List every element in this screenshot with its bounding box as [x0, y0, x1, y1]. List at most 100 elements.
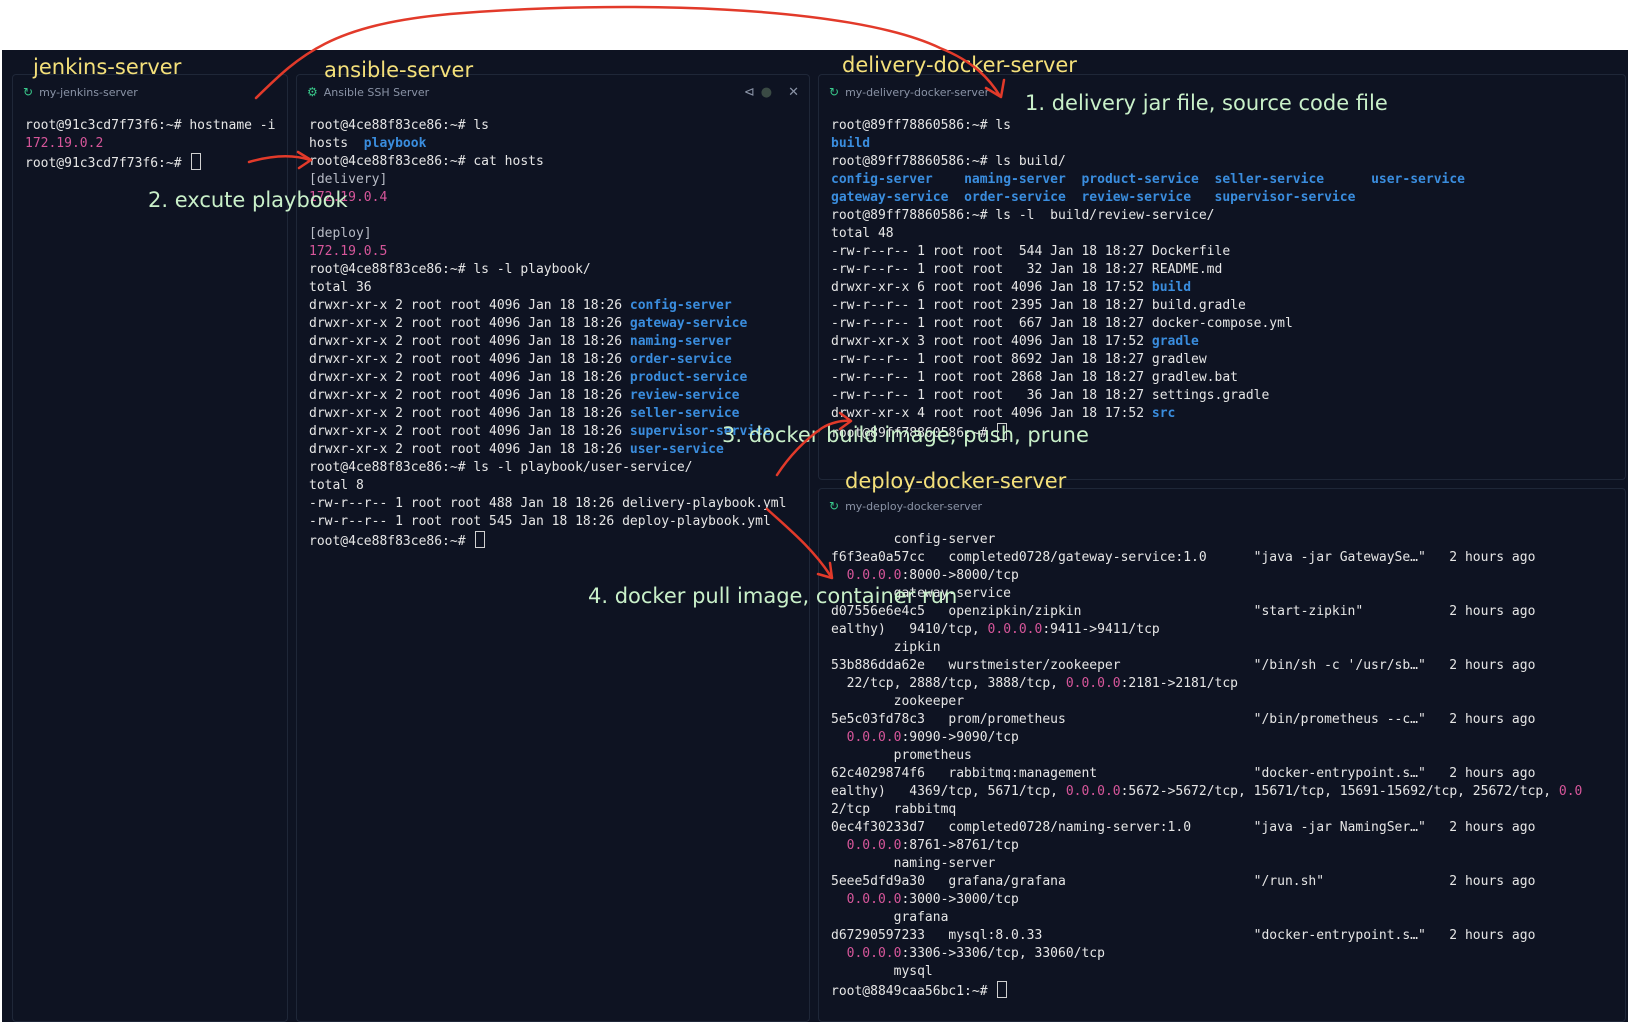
terminal-text: config-server: [831, 532, 996, 547]
delivery-tab-label: my-delivery-docker-server: [845, 85, 990, 99]
terminal-text: :5672->5672/tcp, 15671/tcp, 15691-15692/…: [1120, 784, 1559, 799]
terminal-text: root@4ce88f83ce86:~# ls: [309, 118, 490, 133]
terminal-text: 0.0.0.0: [1065, 784, 1121, 799]
terminal-line: -rw-r--r-- 1 root root 544 Jan 18 18:27 …: [831, 243, 1625, 261]
terminal-text: drwxr-xr-x 2 root root 4096 Jan 18 18:26: [309, 424, 630, 439]
ansible-terminal-output[interactable]: root@4ce88f83ce86:~# ls hosts playbook roo…: [309, 117, 809, 1021]
terminal-line: root@89ff78860586:~# ls build/: [831, 153, 1625, 171]
delivery-terminal-pane[interactable]: ↻ my-delivery-docker-server root@89ff788…: [818, 74, 1626, 480]
ansible-terminal-pane[interactable]: ⚙ Ansible SSH Server ⊲ ● ✕ root@4ce88f83…: [296, 74, 810, 1022]
terminal-line: 0.0.0.0:9090->9090/tcp: [831, 729, 1625, 747]
deploy-tab-header[interactable]: ↻ my-deploy-docker-server: [829, 497, 1615, 515]
terminal-line: -rw-r--r-- 1 root root 545 Jan 18 18:26 …: [309, 513, 809, 531]
terminal-cursor: [191, 153, 202, 170]
terminal-line: -rw-r--r-- 1 root root 488 Jan 18 18:26 …: [309, 495, 809, 513]
jenkins-terminal-output[interactable]: root@91c3cd7f73f6:~# hostname -i 172.19.0…: [25, 117, 287, 1021]
terminal-line: naming-server: [831, 855, 1625, 873]
step-2-note: 2. excute playbook: [148, 188, 348, 212]
terminal-text: :2181->2181/tcp: [1120, 676, 1239, 691]
terminal-text: -rw-r--r-- 1 root root 544 Jan 18 18:27 …: [831, 244, 1231, 259]
terminal-line: total 8: [309, 477, 809, 495]
close-icon[interactable]: ✕: [788, 85, 799, 100]
gear-icon: ↻: [23, 85, 34, 99]
terminal-text: seller-service: [629, 406, 740, 421]
terminal-line: d67290597233 mysql:8.0.33 "docker-entryp…: [831, 927, 1625, 945]
terminal-line: 0.0.0.0:8000->8000/tcp: [831, 567, 1625, 585]
terminal-text: root@89ff78860586:~# ls: [831, 118, 1012, 133]
terminal-text: :9411->9411/tcp: [1042, 622, 1160, 637]
terminal-line: -rw-r--r-- 1 root root 32 Jan 18 18:27 R…: [831, 261, 1625, 279]
terminal-text: :3000->3000/tcp: [901, 892, 1019, 907]
terminal-text: review-service: [629, 388, 740, 403]
terminal-line: build: [831, 135, 1625, 153]
terminal-text: :8761->8761/tcp: [901, 838, 1019, 853]
terminal-text: gateway-service: [831, 190, 949, 205]
terminal-text: drwxr-xr-x 2 root root 4096 Jan 18 18:26: [309, 442, 630, 457]
terminal-line: drwxr-xr-x 2 root root 4096 Jan 18 18:26…: [309, 405, 809, 423]
terminal-text: user-service: [629, 442, 724, 457]
step-4-note: 4. docker pull image, container run: [588, 584, 958, 608]
jenkins-terminal-pane[interactable]: ↻ my-jenkins-server root@91c3cd7f73f6:~#…: [12, 74, 288, 1022]
terminal-line: 5eee5dfd9a30 grafana/grafana "/run.sh" 2…: [831, 873, 1625, 891]
terminal-line: -rw-r--r-- 1 root root 2868 Jan 18 18:27…: [831, 369, 1625, 387]
terminal-text: review-service: [1081, 190, 1192, 205]
terminal-cursor: [997, 981, 1008, 998]
ansible-server-title: ansible-server: [324, 58, 474, 82]
terminal-line: drwxr-xr-x 6 root root 4096 Jan 18 17:52…: [831, 279, 1625, 297]
terminal-line: -rw-r--r-- 1 root root 2395 Jan 18 18:27…: [831, 297, 1625, 315]
terminal-line: f6f3ea0a57cc completed0728/gateway-servi…: [831, 549, 1625, 567]
jenkins-tab-header[interactable]: ↻ my-jenkins-server: [23, 83, 277, 101]
terminal-text: 0.0.0.0: [987, 622, 1043, 637]
terminal-line: 5e5c03fd78c3 prom/prometheus "/bin/prome…: [831, 711, 1625, 729]
terminal-line: hosts playbook: [309, 135, 809, 153]
deploy-server-title: deploy-docker-server: [845, 469, 1067, 493]
terminal-text: naming-server: [629, 334, 732, 349]
terminal-text: -rw-r--r-- 1 root root 2868 Jan 18 18:27…: [831, 370, 1238, 385]
terminal-text: root@4ce88f83ce86:~# ls -l playbook/: [309, 262, 591, 277]
terminal-text: hosts: [309, 136, 364, 151]
terminal-text: total 8: [309, 478, 364, 493]
terminal-line: root@4ce88f83ce86:~# cat hosts: [309, 153, 809, 171]
terminal-line: root@4ce88f83ce86:~# ls: [309, 117, 809, 135]
terminal-text: -rw-r--r-- 1 root root 8692 Jan 18 18:27…: [831, 352, 1207, 367]
gear-icon: ↻: [829, 499, 840, 513]
terminal-text: -rw-r--r-- 1 root root 36 Jan 18 18:27 s…: [831, 388, 1270, 403]
terminal-text: -rw-r--r-- 1 root root 2395 Jan 18 18:27…: [831, 298, 1246, 313]
terminal-text: -rw-r--r-- 1 root root 545 Jan 18 18:26 …: [309, 514, 771, 529]
ansible-tab-header[interactable]: ⚙ Ansible SSH Server ⊲ ● ✕: [307, 83, 799, 101]
terminal-line: -rw-r--r-- 1 root root 36 Jan 18 18:27 s…: [831, 387, 1625, 405]
split-icon[interactable]: ⊲: [744, 85, 755, 100]
terminal-text: 0.0: [1558, 784, 1583, 799]
terminal-line: drwxr-xr-x 3 root root 4096 Jan 18 17:52…: [831, 333, 1625, 351]
terminal-text: ealthy) 4369/tcp, 5671/tcp,: [831, 784, 1066, 799]
jenkins-server-title: jenkins-server: [33, 55, 182, 79]
terminal-text: d67290597233 mysql:8.0.33 "docker-entryp…: [831, 928, 1536, 943]
terminal-text: 0.0.0.0: [846, 838, 902, 853]
terminal-text: drwxr-xr-x 2 root root 4096 Jan 18 18:26: [309, 370, 630, 385]
deploy-terminal-pane[interactable]: ↻ my-deploy-docker-server config-server f…: [818, 488, 1626, 1022]
ansible-tab-label: Ansible SSH Server: [323, 85, 430, 99]
terminal-line: gateway-service order-service review-ser…: [831, 189, 1625, 207]
terminal-text: drwxr-xr-x 6 root root 4096 Jan 18 17:52: [831, 280, 1152, 295]
terminal-line: root@4ce88f83ce86:~#: [309, 531, 809, 549]
terminal-line: root@8849caa56bc1:~#: [831, 981, 1625, 999]
terminal-line: drwxr-xr-x 4 root root 4096 Jan 18 17:52…: [831, 405, 1625, 423]
terminal-line: config-server: [831, 531, 1625, 549]
terminal-text: f6f3ea0a57cc completed0728/gateway-servi…: [831, 550, 1536, 565]
terminal-line: [deploy]: [309, 225, 809, 243]
terminal-line: root@4ce88f83ce86:~# ls -l playbook/user…: [309, 459, 809, 477]
terminal-text: config-server: [831, 172, 933, 187]
terminal-text: drwxr-xr-x 4 root root 4096 Jan 18 17:52: [831, 406, 1152, 421]
terminal-line: [delivery]: [309, 171, 809, 189]
terminal-text: 0.0.0.0: [846, 946, 902, 961]
terminal-text: zookeeper: [831, 694, 965, 709]
terminal-text: 0ec4f30233d7 completed0728/naming-server…: [831, 820, 1536, 835]
terminal-text: root@89ff78860586:~# ls build/: [831, 154, 1066, 169]
